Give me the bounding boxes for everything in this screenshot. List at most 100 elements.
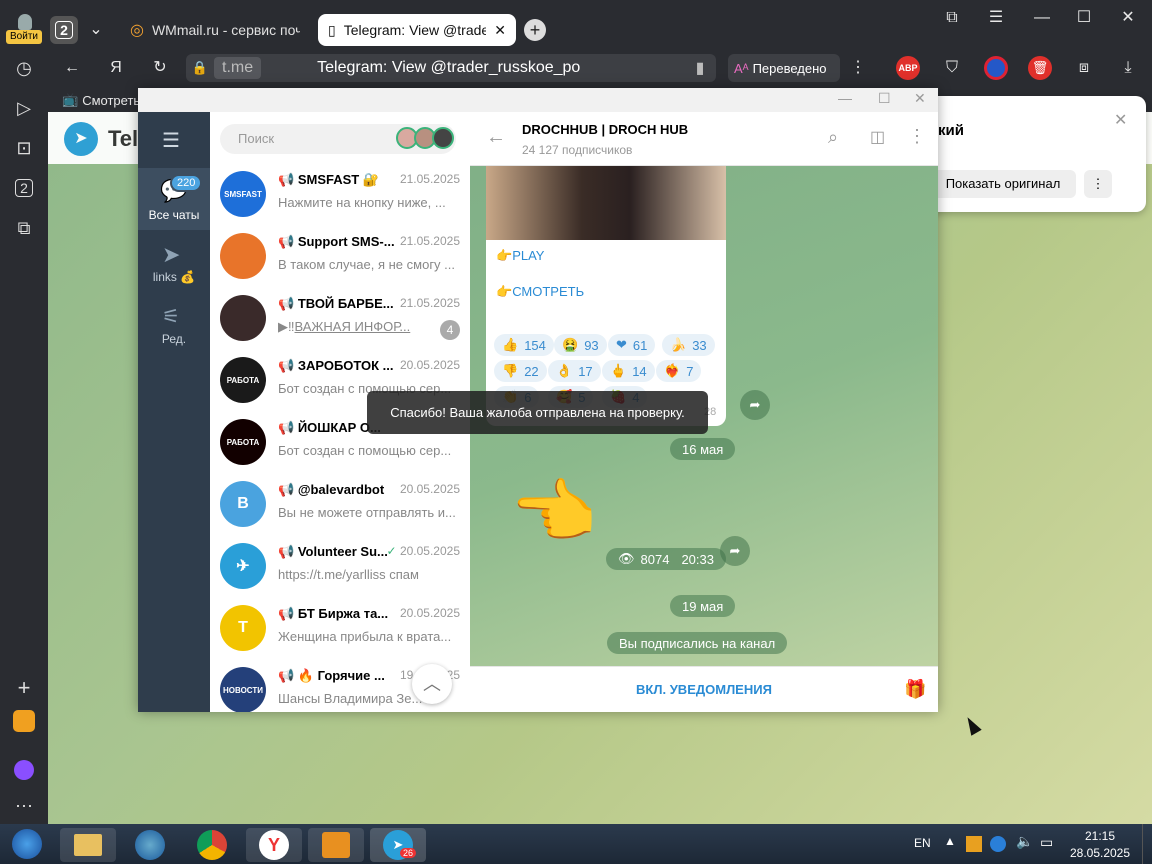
more-menu-icon[interactable]: ⋮	[842, 52, 874, 84]
stories-avatars[interactable]	[396, 127, 454, 149]
chat-list-item[interactable]: 📢 Support SMS-... 21.05.2025 В таком случа…	[210, 226, 470, 288]
more-icon[interactable]: ⋯	[8, 790, 40, 822]
back-icon[interactable]: ←	[56, 52, 88, 84]
bookmark-item[interactable]: 📺 Смотреть	[62, 90, 140, 110]
link-watch[interactable]: 👉СМОТРЕТЬ	[496, 284, 584, 300]
language-indicator[interactable]: EN	[914, 836, 931, 850]
tab-telegram[interactable]: ▯ Telegram: View @trade ✕	[318, 14, 516, 46]
address-bar[interactable]: 🔒 t.me Telegram: View @trader_russkoe_po…	[186, 54, 716, 82]
channel-title[interactable]: DROCHHUB | DROCH HUB	[522, 122, 688, 137]
tab-counter-button[interactable]: 2	[50, 16, 78, 44]
collections-icon[interactable]: ⧉	[936, 2, 968, 34]
scroll-to-top-button[interactable]: ︿	[412, 664, 452, 704]
search-icon[interactable]: ⌕	[828, 127, 838, 148]
volume-icon[interactable]: 🔈	[1016, 833, 1033, 850]
tray-browser-icon[interactable]	[990, 836, 1006, 852]
profile-button[interactable]: Войти	[4, 12, 44, 46]
tabs-dropdown-icon[interactable]: ⌄	[80, 14, 112, 46]
chat-date: ✓ 20.05.2025	[386, 544, 460, 558]
translated-button[interactable]: Aᴬ Переведено	[728, 54, 840, 82]
mail-app-icon[interactable]	[8, 710, 40, 742]
reaction-chip[interactable]: 👍 154	[494, 334, 554, 356]
maximize-icon[interactable]: ☐	[1068, 2, 1100, 34]
reaction-chip[interactable]: 🍌 33	[662, 334, 715, 356]
tg-minimize-icon[interactable]: —	[838, 90, 852, 106]
chat-list-item[interactable]: SMSFAST 📢 SMSFAST 🔐 21.05.2025 Нажмите на к…	[210, 164, 470, 226]
tab-wmmail[interactable]: ◎ WMmail.ru - сервис почто	[120, 14, 310, 46]
clock-time[interactable]: 21:15	[1076, 829, 1124, 843]
forward-button[interactable]: ➦	[740, 390, 770, 420]
add-panel-icon[interactable]: +	[8, 672, 40, 704]
forward-button[interactable]: ➦	[720, 536, 750, 566]
adblock-extension-icon[interactable]: ABP	[896, 56, 920, 80]
chat-list-item[interactable]: B 📢 @balevardbot 20.05.2025 Вы не можете от…	[210, 474, 470, 536]
channel-footer: ВКЛ. УВЕДОМЛЕНИЯ 🎁	[470, 666, 938, 712]
copy-icon[interactable]: ⧉	[8, 212, 40, 244]
tray-app-icon[interactable]	[966, 836, 982, 852]
lock-icon: 🔒	[191, 60, 209, 75]
tg-maximize-icon[interactable]: ☐	[878, 90, 891, 107]
message-image[interactable]	[486, 166, 726, 240]
bookmark-icon[interactable]: ▮	[684, 58, 716, 78]
translate-popup-close-icon[interactable]: ✕	[1114, 110, 1127, 130]
play-icon[interactable]: ▷	[8, 92, 40, 124]
chat-date: 21.05.2025	[399, 172, 460, 186]
gift-icon[interactable]: 🎁	[904, 679, 926, 700]
bookmark-label: Смотреть	[82, 92, 141, 108]
reaction-chip[interactable]: 🤮 93	[554, 334, 607, 356]
folder-all-chats[interactable]: 💬 220 Все чаты	[138, 168, 210, 230]
media-player-taskbar-icon[interactable]	[308, 828, 364, 862]
extension-icon[interactable]	[984, 56, 1008, 80]
search-input[interactable]: Поиск	[220, 124, 456, 154]
chat-preview: В таком случае, я не смогу ...	[278, 257, 456, 272]
telegram-taskbar-icon[interactable]: ➤ 26	[370, 828, 426, 862]
sidebar-toggle-icon[interactable]: ◫	[870, 127, 885, 147]
enable-notifications-button[interactable]: ВКЛ. УВЕДОМЛЕНИЯ	[470, 682, 938, 697]
chat-list-item[interactable]: 📢 ТВОЙ БАРБЕ... 21.05.2025 ▶‼ВАЖНАЯ ИНФОР.…	[210, 288, 470, 350]
shield-extension-icon[interactable]: ⛉	[936, 52, 968, 84]
alice-icon[interactable]	[8, 758, 40, 790]
explorer-taskbar-icon[interactable]	[60, 828, 116, 862]
show-desktop-button[interactable]	[1142, 824, 1152, 864]
chrome-taskbar-icon[interactable]	[184, 828, 240, 862]
reaction-chip[interactable]: ❤ 61	[608, 334, 656, 356]
close-tab-icon[interactable]: ✕	[494, 22, 506, 39]
show-original-button[interactable]: Показать оригинал	[930, 170, 1076, 198]
pointing-hand-sticker[interactable]: 👈	[510, 472, 597, 552]
link-play[interactable]: 👉PLAY	[496, 248, 544, 264]
minimize-icon[interactable]: —	[1026, 2, 1058, 34]
clock-date[interactable]: 28.05.2025	[1066, 846, 1134, 860]
folder-edit[interactable]: ⚟ Ред.	[138, 300, 210, 356]
reaction-chip[interactable]: 👎 22	[494, 360, 547, 382]
camera-icon[interactable]: ⊡	[8, 132, 40, 164]
tray-expand-icon[interactable]: ▲	[944, 834, 956, 848]
reaction-chip[interactable]: 👌 17	[548, 360, 601, 382]
close-window-icon[interactable]: ✕	[1112, 2, 1144, 34]
start-button[interactable]	[2, 826, 52, 862]
trash-extension-icon[interactable]: 🗑	[1028, 56, 1052, 80]
network-icon[interactable]: ▭	[1040, 834, 1053, 851]
translate-more-icon[interactable]: ⋮	[1084, 170, 1112, 198]
browser-taskbar-icon[interactable]	[122, 828, 178, 862]
chat-list-item[interactable]: ✈ 📢 Volunteer Su... ✓ 20.05.2025 https://t.…	[210, 536, 470, 598]
tabs-count-icon[interactable]: 2	[8, 172, 40, 204]
channel-icon: 📢	[278, 544, 298, 559]
folder-links[interactable]: ➤ links 💰	[138, 238, 210, 294]
back-arrow-icon[interactable]: ←	[486, 126, 506, 149]
yandex-browser-taskbar-icon[interactable]: Y	[246, 828, 302, 862]
history-icon[interactable]: ◷	[8, 52, 40, 84]
yandex-icon[interactable]: Я	[100, 52, 132, 84]
tg-close-icon[interactable]: ✕	[914, 90, 926, 107]
chat-list-item[interactable]: T 📢 БТ Биржа та... 20.05.2025 Женщина прибы…	[210, 598, 470, 660]
reload-icon[interactable]: ↻	[144, 52, 176, 84]
new-tab-button[interactable]: +	[524, 19, 546, 41]
channel-icon: 📢	[278, 234, 298, 249]
tv-icon: 📺	[62, 92, 79, 107]
more-options-icon[interactable]: ⋮	[908, 126, 926, 147]
hamburger-menu-icon[interactable]: ☰	[162, 128, 180, 153]
reaction-chip[interactable]: ❤‍🔥 7	[656, 360, 702, 382]
download-icon[interactable]: ⤓	[1112, 52, 1144, 84]
menu-icon[interactable]: ☰	[980, 2, 1012, 34]
reaction-chip[interactable]: 🖕 14	[602, 360, 655, 382]
extensions-icon[interactable]: ⧈	[1068, 52, 1100, 84]
